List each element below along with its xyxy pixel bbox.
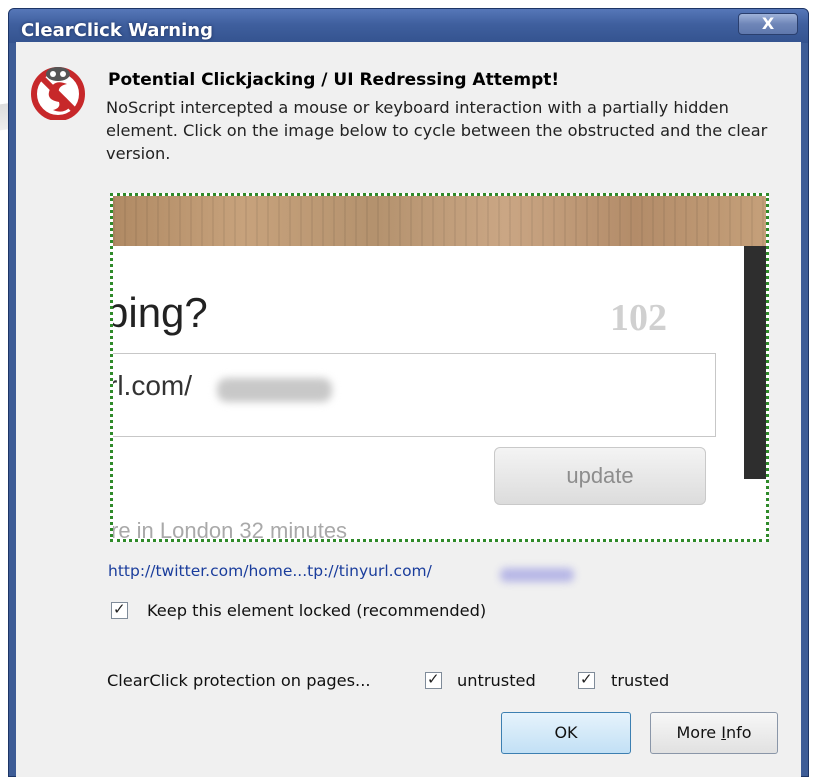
title-bar[interactable]: ClearClick Warning X [9,9,808,43]
keep-locked-label[interactable]: Keep this element locked (recommended) [147,601,486,620]
warning-description: NoScript intercepted a mouse or keyboard… [106,98,768,163]
preview-heading-text: bing? [110,289,208,336]
checkmark-icon: ✓ [580,670,593,688]
element-url-link[interactable]: http://twitter.com/home...tp://tinyurl.c… [108,562,432,580]
more-info-button[interactable]: More Info [650,712,778,754]
obstruction-preview-image[interactable]: bing? 102 rl.com/ update re in London 32… [110,193,769,542]
more-info-label-prefix: More [676,723,722,742]
ok-button[interactable]: OK [501,712,631,754]
preview-blurred-text [217,378,332,402]
protection-label: ClearClick protection on pages... [107,671,371,690]
checkmark-icon: ✓ [427,670,440,688]
keep-locked-checkbox[interactable]: ✓ [111,600,128,619]
preview-wood-banner [113,196,766,246]
close-icon: X [761,14,775,33]
untrusted-label[interactable]: untrusted [457,671,536,690]
checkmark-icon: ✓ [113,600,126,618]
more-info-label-suffix: nfo [725,723,752,742]
trusted-label[interactable]: trusted [611,671,669,690]
noscript-logo-icon [31,67,85,120]
window-title: ClearClick Warning [21,20,213,41]
preview-text-field: rl.com/ [110,353,716,437]
preview-input-text: rl.com/ [110,370,192,401]
untrusted-checkbox[interactable]: ✓ [425,670,442,689]
preview-update-button: update [494,447,706,505]
preview-counter: 102 [610,297,667,339]
warning-heading: Potential Clickjacking / UI Redressing A… [108,70,560,90]
preview-scrollbar-strip [744,246,766,479]
url-blurred-suffix [500,568,574,582]
close-button[interactable]: X [738,13,798,35]
preview-footer-text: re in London 32 minutes [111,518,348,542]
trusted-checkbox[interactable]: ✓ [578,670,595,689]
